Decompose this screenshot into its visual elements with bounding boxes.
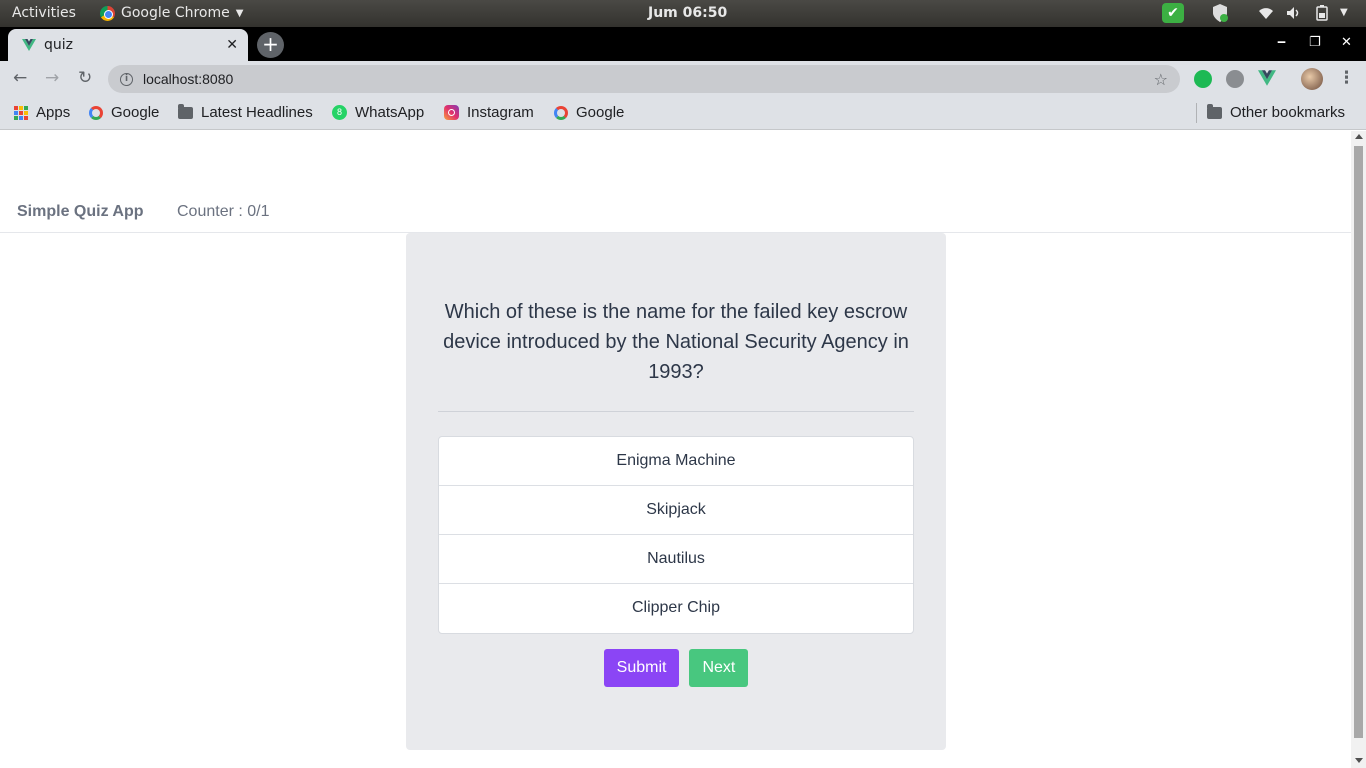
question-card: Which of these is the name for the faile… [406,233,946,750]
bookmark-google-2[interactable]: Google [554,104,624,121]
other-bookmarks-label: Other bookmarks [1230,104,1346,121]
browser-toolbar: ← → ↻ i localhost:8080 ☆ ⋮ [0,61,1366,97]
app-brand[interactable]: Simple Quiz App [17,203,144,221]
wifi-icon[interactable] [1258,6,1274,24]
bookmark-label: Google [111,104,160,121]
clock[interactable]: Jum 06:50 [648,5,727,21]
other-bookmarks[interactable]: Other bookmarks [1207,103,1346,121]
close-window-icon[interactable]: ✕ [1341,35,1352,50]
bookmarks-bar: Apps Google Latest Headlines 8 WhatsApp … [0,97,1366,130]
bookmark-label: Google [576,104,625,121]
folder-icon [1207,103,1222,119]
address-bar[interactable]: i localhost:8080 ☆ [108,65,1180,93]
page-viewport: Simple Quiz App Counter : 0/1 Which of t… [0,131,1351,768]
page-scrollbar[interactable] [1351,131,1366,768]
tab-quiz[interactable]: quiz ✕ [8,29,248,61]
share-extension-icon[interactable] [1194,70,1212,88]
quiz-counter: Counter : 0/1 [177,203,270,220]
security-check-icon[interactable]: ✔ [1162,3,1184,23]
vue-icon [22,39,36,51]
caret-down-icon: ▼ [235,7,244,19]
whatsapp-icon: 8 [332,105,347,120]
chrome-icon [100,5,115,21]
bookmark-label: WhatsApp [355,104,425,121]
answer-option[interactable]: Enigma Machine [439,437,913,486]
restore-window-icon[interactable]: ❐ [1309,35,1321,50]
close-tab-icon[interactable]: ✕ [226,37,238,53]
answer-list: Enigma Machine Skipjack Nautilus Clipper… [438,436,914,634]
answer-option[interactable]: Nautilus [439,535,913,584]
bookmark-label: Latest Headlines [201,104,313,121]
tab-strip: quiz ✕ + [0,27,1366,61]
action-buttons: Submit Next [406,649,946,687]
app-name: Google Chrome [121,5,230,21]
chrome-menu-icon[interactable]: ⋮ [1338,68,1355,88]
apps-icon [14,105,28,120]
scroll-up-icon[interactable] [1355,134,1363,139]
system-menu-caret-icon[interactable]: ▼ [1340,7,1348,18]
next-button[interactable]: Next [689,649,749,687]
vue-devtools-icon[interactable] [1258,70,1276,88]
app-menu[interactable]: Google Chrome ▼ [100,5,243,21]
tab-title: quiz [44,37,73,53]
answer-option[interactable]: Clipper Chip [439,584,913,633]
bookmarks-separator [1196,103,1197,123]
question-text: Which of these is the name for the faile… [443,301,909,383]
os-top-bar: Activities Google Chrome ▼ Jum 06:50 ✔ ▼ [0,0,1366,27]
activities-button[interactable]: Activities [12,5,76,21]
google-icon [554,105,568,120]
new-tab-button[interactable]: + [257,32,284,58]
divider [438,411,914,412]
battery-icon[interactable] [1316,5,1328,25]
chat-extension-icon[interactable] [1226,70,1244,88]
bookmark-apps[interactable]: Apps [14,104,70,121]
shield-icon[interactable] [1211,3,1229,27]
folder-icon [178,103,193,119]
bookmark-label: Instagram [467,104,534,121]
back-icon[interactable]: ← [13,68,27,88]
app-navbar: Simple Quiz App Counter : 0/1 [0,195,1351,233]
reload-icon[interactable]: ↻ [78,68,92,88]
url-text[interactable]: localhost:8080 [143,71,1154,87]
answer-option[interactable]: Skipjack [439,486,913,535]
volume-icon[interactable] [1286,6,1302,24]
profile-avatar[interactable] [1301,68,1323,90]
site-info-icon[interactable]: i [120,72,133,86]
bookmark-google[interactable]: Google [89,104,159,121]
instagram-icon [444,105,459,120]
bookmark-whatsapp[interactable]: 8 WhatsApp [332,104,424,121]
minimize-window-icon[interactable]: ‒ [1277,35,1286,50]
submit-button[interactable]: Submit [603,649,680,687]
bookmark-latest-headlines[interactable]: Latest Headlines [178,103,313,121]
google-icon [89,105,103,120]
bookmark-instagram[interactable]: Instagram [444,104,534,121]
bookmark-label: Apps [36,104,71,121]
scrollbar-thumb[interactable] [1354,146,1363,738]
scroll-down-icon[interactable] [1355,758,1363,763]
bookmark-star-icon[interactable]: ☆ [1154,70,1168,89]
forward-icon[interactable]: → [45,68,59,88]
